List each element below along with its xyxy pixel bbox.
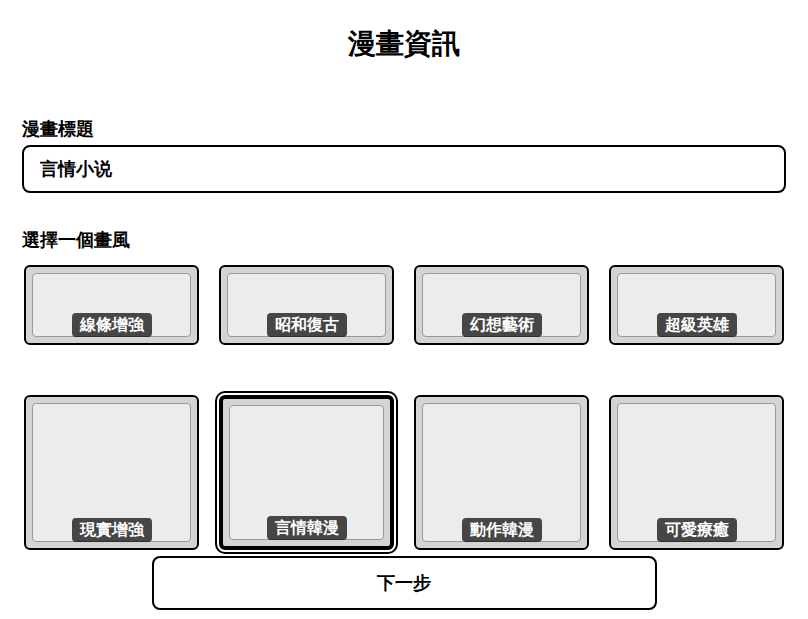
style-name: 線條增強 — [72, 313, 152, 337]
next-button[interactable]: 下一步 — [152, 556, 657, 610]
style-name: 可愛療癒 — [657, 518, 737, 542]
style-label: 選擇一個畫風 — [22, 228, 786, 252]
title-label: 漫畫標題 — [22, 117, 786, 141]
style-card[interactable]: 線條增強 — [24, 265, 199, 345]
style-grid: 線條增強 昭和復古 幻想藝術 超級英雄現實增強 言情韓漫 動作韓漫 可愛療癒 — [22, 265, 786, 550]
style-card[interactable]: 可愛療癒 — [609, 395, 784, 550]
style-name: 動作韓漫 — [462, 518, 542, 542]
style-card[interactable]: 現實增強 — [24, 395, 199, 550]
page-title: 漫畫資訊 — [22, 26, 786, 62]
style-card[interactable]: 幻想藝術 — [414, 265, 589, 345]
title-input[interactable] — [22, 145, 786, 193]
style-card[interactable]: 言情韓漫 — [219, 395, 394, 550]
style-name: 幻想藝術 — [462, 313, 542, 337]
style-card[interactable]: 昭和復古 — [219, 265, 394, 345]
style-name: 言情韓漫 — [267, 516, 347, 540]
style-name: 昭和復古 — [267, 313, 347, 337]
style-name: 現實增強 — [72, 518, 152, 542]
style-card[interactable]: 動作韓漫 — [414, 395, 589, 550]
style-card[interactable]: 超級英雄 — [609, 265, 784, 345]
style-name: 超級英雄 — [657, 313, 737, 337]
